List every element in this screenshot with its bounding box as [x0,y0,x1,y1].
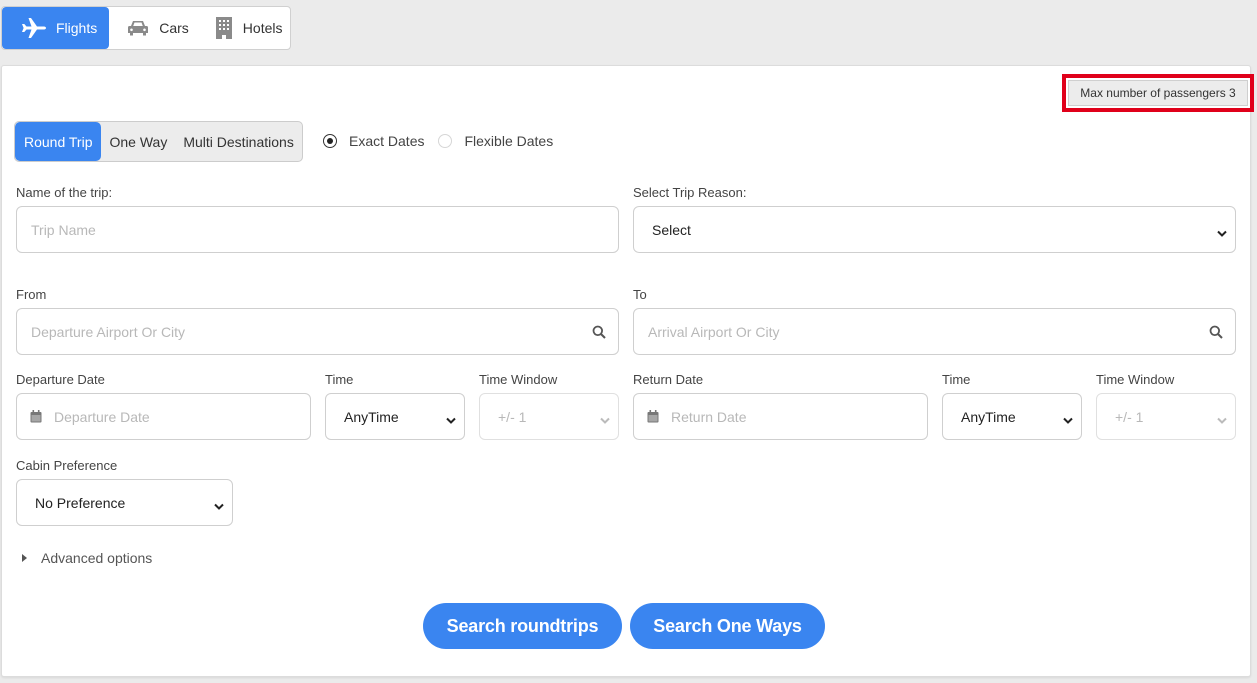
chevron-down-icon [1217,412,1227,428]
search-roundtrips-button[interactable]: Search roundtrips [423,603,622,649]
departure-time-label: Time [325,372,354,387]
trip-reason-value: Select [652,221,691,238]
trip-type-round-trip[interactable]: Round Trip [15,122,102,161]
tab-hotels-label: Hotels [242,20,283,36]
flexible-dates-option[interactable]: Flexible Dates [438,133,553,149]
calendar-icon [30,410,42,428]
to-label: To [633,287,647,302]
departure-window-value: +/- 1 [498,408,527,425]
return-date-field[interactable] [633,393,928,440]
trip-reason-select[interactable]: Select [633,206,1236,253]
from-field[interactable] [16,308,619,355]
advanced-options-label: Advanced options [41,550,153,566]
from-input[interactable] [17,309,618,354]
caret-right-icon [22,554,27,562]
flexible-dates-radio[interactable] [438,134,453,148]
departure-date-field[interactable] [16,393,311,440]
tab-flights[interactable]: Flights [2,7,110,49]
search-one-ways-button[interactable]: Search One Ways [630,603,825,649]
exact-dates-label: Exact Dates [349,133,425,149]
departure-time-select[interactable]: AnyTime [325,393,465,440]
date-mode-options: Exact Dates Flexible Dates [323,133,567,149]
exact-dates-radio[interactable] [323,134,337,148]
trip-name-input[interactable] [17,207,618,252]
trip-name-field[interactable] [16,206,619,253]
plane-icon [20,17,46,39]
chevron-down-icon [446,412,456,428]
tab-cars-label: Cars [159,20,189,36]
trip-type-selector: Round Trip One Way Multi Destinations [14,121,303,162]
trip-reason-label: Select Trip Reason: [633,185,747,200]
return-time-value: AnyTime [961,408,1016,425]
return-date-input[interactable] [634,394,927,439]
cabin-preference-select[interactable]: No Preference [16,479,233,526]
trip-type-multi-destinations[interactable]: Multi Destinations [175,122,302,161]
to-field[interactable] [633,308,1236,355]
chevron-down-icon [1063,412,1073,428]
departure-window-select[interactable]: +/- 1 [479,393,619,440]
trip-type-one-way[interactable]: One Way [101,122,175,161]
search-icon[interactable] [1209,325,1223,344]
departure-date-label: Departure Date [16,372,105,387]
flexible-dates-label: Flexible Dates [464,133,554,149]
from-label: From [16,287,47,302]
chevron-down-icon [1217,225,1227,241]
cabin-preference-value: No Preference [35,494,126,511]
tab-flights-label: Flights [56,20,98,36]
cabin-preference-label: Cabin Preference [16,458,118,473]
max-passengers-badge: Max number of passengers 3 [1068,80,1248,106]
trip-name-label: Name of the trip: [16,185,113,200]
flight-search-card: Max number of passengers 3 Round Trip On… [1,65,1254,677]
tab-cars[interactable]: Cars [109,7,199,49]
mode-tabs: Flights Cars Hotels [1,6,292,50]
tab-hotels[interactable]: Hotels [199,7,291,49]
calendar-icon [647,410,659,428]
return-window-label: Time Window [1096,372,1175,387]
exact-dates-option[interactable]: Exact Dates [323,133,424,149]
search-icon[interactable] [592,325,606,344]
departure-window-label: Time Window [479,372,558,387]
return-time-select[interactable]: AnyTime [942,393,1082,440]
departure-date-input[interactable] [17,394,310,439]
return-window-select[interactable]: +/- 1 [1096,393,1236,440]
departure-time-value: AnyTime [344,408,399,425]
max-passengers-highlight: Max number of passengers 3 [1062,74,1254,112]
return-window-value: +/- 1 [1115,408,1144,425]
return-time-label: Time [942,372,971,387]
to-input[interactable] [634,309,1235,354]
car-icon [127,19,149,37]
hotel-icon [215,16,233,40]
chevron-down-icon [214,498,224,514]
chevron-down-icon [600,412,610,428]
advanced-options-toggle[interactable]: Advanced options [22,550,152,566]
return-date-label: Return Date [633,372,704,387]
